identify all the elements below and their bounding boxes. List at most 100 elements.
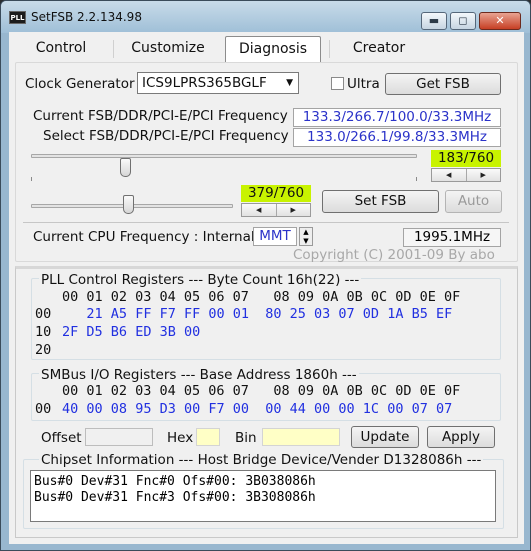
- register-value[interactable]: 44: [290, 401, 306, 417]
- offset-label: Offset: [41, 430, 82, 446]
- register-value[interactable]: D3: [160, 401, 176, 417]
- register-value[interactable]: 2F: [62, 324, 78, 340]
- spin-right-icon[interactable]: ▶: [465, 169, 501, 181]
- setfsb-window: PLL SetFSB 2.2.134.98 ▬ ◻ ✕ Control Cust…: [0, 0, 531, 551]
- register-value[interactable]: 0D: [363, 306, 379, 322]
- hex-input[interactable]: [196, 428, 220, 446]
- register-value[interactable]: B5: [412, 306, 428, 322]
- pcie-slider-spin[interactable]: ◀ ▶: [241, 203, 311, 217]
- register-value[interactable]: 00: [184, 324, 200, 340]
- current-frequency-value: 133.3/266.7/100.0/33.3MHz: [293, 108, 501, 127]
- register-value[interactable]: 80: [265, 306, 281, 322]
- register-value[interactable]: 00: [86, 401, 102, 417]
- register-value[interactable]: 00: [387, 401, 403, 417]
- dropdown-arrow-icon: ▼: [286, 78, 293, 88]
- spin-up-icon[interactable]: ▲: [300, 228, 312, 237]
- select-frequency-label: Select FSB/DDR/PCI-E/PCI Frequency: [43, 128, 289, 144]
- register-value[interactable]: FF: [135, 306, 151, 322]
- fsb-slider-readout: 183/760: [431, 150, 501, 167]
- smbus-header-row: 00 01 02 03 04 05 06 07 08 09 0A 0B 0C 0…: [62, 383, 461, 399]
- pll-row-label: 20: [35, 342, 52, 358]
- cpu-frequency-value: 1995.1MHz: [403, 228, 501, 247]
- fsb-slider-track[interactable]: [31, 154, 417, 158]
- title-bar[interactable]: PLL SetFSB 2.2.134.98 ▬ ◻ ✕: [1, 1, 530, 33]
- register-value[interactable]: 03: [314, 306, 330, 322]
- clock-generator-label: Clock Generator: [25, 76, 135, 92]
- register-value[interactable]: FF: [184, 306, 200, 322]
- get-fsb-button[interactable]: Get FSB: [385, 73, 501, 95]
- bin-label: Bin: [235, 430, 257, 446]
- maximize-button[interactable]: ◻: [450, 12, 476, 30]
- register-value[interactable]: A5: [111, 306, 127, 322]
- register-value[interactable]: 08: [111, 401, 127, 417]
- ultra-checkbox[interactable]: [331, 77, 344, 90]
- register-value[interactable]: 25: [290, 306, 306, 322]
- tab-separator: [113, 40, 114, 58]
- register-value[interactable]: 1A: [387, 306, 403, 322]
- clock-generator-select[interactable]: ICS9LPRS365BGLF ▼: [137, 72, 299, 94]
- register-value[interactable]: 07: [412, 401, 428, 417]
- clock-generator-value: ICS9LPRS365BGLF: [142, 75, 267, 91]
- set-fsb-button[interactable]: Set FSB: [322, 190, 439, 213]
- register-value[interactable]: 1C: [363, 401, 379, 417]
- close-icon: ✕: [495, 14, 505, 27]
- apply-button[interactable]: Apply: [427, 426, 495, 448]
- tab-creator[interactable]: Creator: [337, 36, 421, 62]
- register-value[interactable]: D5: [86, 324, 102, 340]
- pll-header-row: 00 01 02 03 04 05 06 07 08 09 0A 0B 0C 0…: [62, 289, 461, 305]
- register-value[interactable]: 3B: [160, 324, 176, 340]
- current-frequency-label: Current FSB/DDR/PCI-E/PCI Frequency: [33, 108, 288, 124]
- slider-tick: [416, 177, 417, 181]
- tab-control[interactable]: Control: [17, 36, 105, 62]
- spin-right-icon[interactable]: ▶: [275, 204, 311, 216]
- register-value[interactable]: 00: [265, 401, 281, 417]
- register-value[interactable]: 95: [135, 401, 151, 417]
- register-value[interactable]: 00: [314, 401, 330, 417]
- pcie-slider-thumb[interactable]: [123, 195, 134, 214]
- client-area: Control Customize Diagnosis Creator Cloc…: [9, 32, 524, 544]
- chipset-line: Bus#0 Dev#31 Fnc#0 Ofs#00: 3B038086h: [34, 474, 316, 489]
- cpu-mode-spinner[interactable]: ▲ ▼: [299, 227, 313, 246]
- copyright-text: Copyright (C) 2001-09 By abo: [293, 247, 495, 263]
- slider-tick: [31, 177, 32, 181]
- chipset-title: Chipset Information --- Host Bridge Devi…: [39, 452, 484, 468]
- tab-diagnosis[interactable]: Diagnosis: [225, 36, 321, 62]
- register-value[interactable]: F7: [208, 401, 224, 417]
- chipset-info-box[interactable]: Bus#0 Dev#31 Fnc#0 Ofs#00: 3B038086h Bus…: [30, 470, 496, 522]
- tab-separator: [329, 40, 330, 58]
- register-value[interactable]: ED: [135, 324, 151, 340]
- register-value[interactable]: 00: [208, 306, 224, 322]
- fsb-slider-thumb[interactable]: [120, 158, 131, 177]
- pll-title: PLL Control Registers --- Byte Count 16h…: [39, 272, 362, 288]
- register-value[interactable]: 01: [233, 306, 249, 322]
- minimize-button[interactable]: ▬: [421, 12, 447, 30]
- register-value[interactable]: F7: [160, 306, 176, 322]
- spin-down-icon[interactable]: ▼: [300, 237, 312, 246]
- tab-customize[interactable]: Customize: [119, 36, 217, 62]
- update-button[interactable]: Update: [351, 426, 419, 448]
- register-value[interactable]: 40: [62, 401, 78, 417]
- spin-left-icon[interactable]: ◀: [432, 169, 466, 181]
- close-button[interactable]: ✕: [479, 12, 521, 30]
- window-title: SetFSB 2.2.134.98: [31, 10, 142, 24]
- register-value[interactable]: 07: [338, 306, 354, 322]
- smbus-title: SMBus I/O Registers --- Base Address 186…: [39, 367, 359, 383]
- hex-label: Hex: [167, 430, 194, 446]
- spin-left-icon[interactable]: ◀: [242, 204, 276, 216]
- register-value[interactable]: EF: [436, 306, 452, 322]
- register-value[interactable]: 00: [338, 401, 354, 417]
- register-value[interactable]: 00: [184, 401, 200, 417]
- register-value[interactable]: 00: [233, 401, 249, 417]
- cpu-frequency-label: Current CPU Frequency : Internal: [33, 229, 255, 245]
- auto-button[interactable]: Auto: [445, 190, 502, 213]
- ultra-label: Ultra: [347, 76, 380, 92]
- bin-input[interactable]: [262, 428, 340, 446]
- minimize-icon: ▬: [428, 14, 440, 27]
- select-frequency-value: 133.0/266.1/99.8/33.3MHz: [293, 128, 501, 147]
- register-value[interactable]: B6: [111, 324, 127, 340]
- fsb-slider-spin[interactable]: ◀ ▶: [431, 168, 501, 182]
- register-value[interactable]: 07: [436, 401, 452, 417]
- offset-input[interactable]: [85, 428, 153, 446]
- cpu-mode-value: MMT: [253, 227, 297, 246]
- register-value[interactable]: 21: [86, 306, 102, 322]
